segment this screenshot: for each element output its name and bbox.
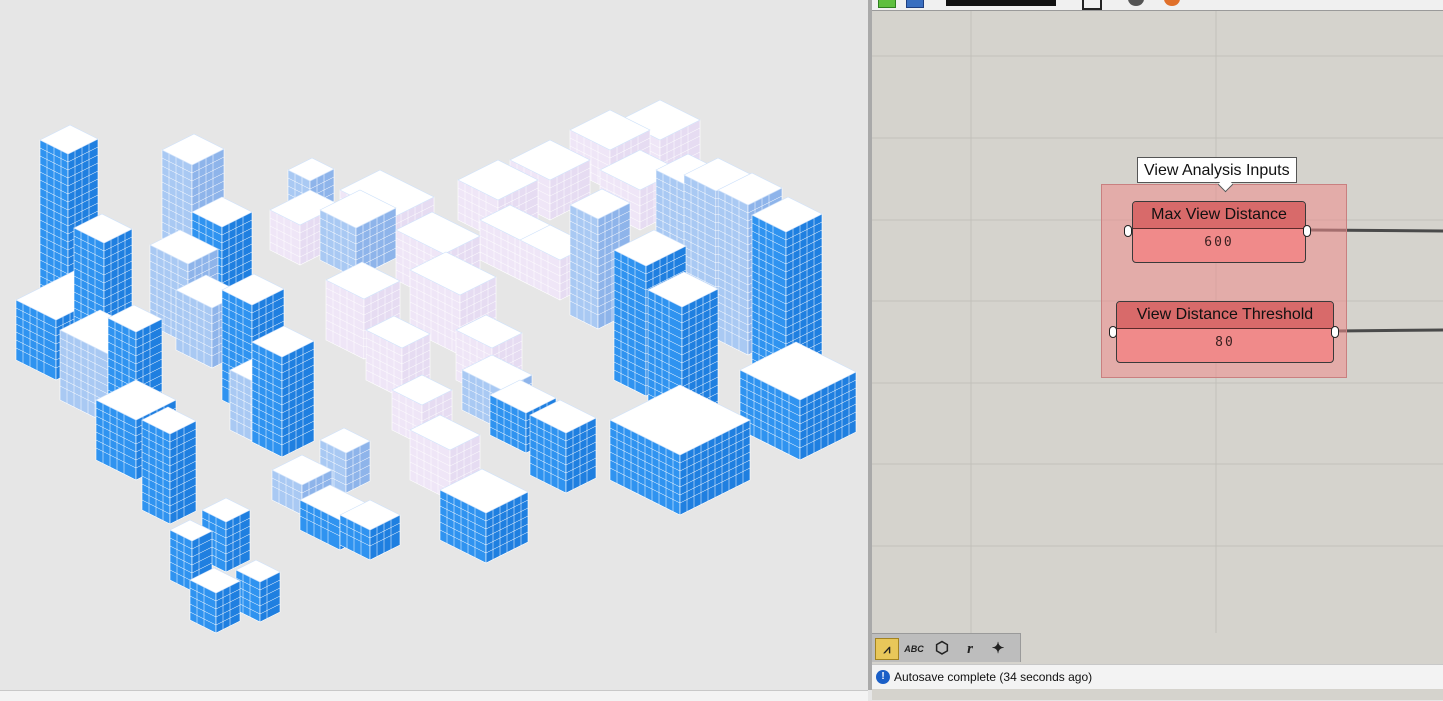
grasshopper-editor: View Analysis Inputs Max View Distance 6…: [872, 0, 1443, 700]
canvas-widget-bar: ⩘ ABC ⬡ r ✦: [872, 633, 1021, 662]
output-grip[interactable]: [1331, 326, 1339, 338]
grasshopper-canvas[interactable]: View Analysis Inputs Max View Distance 6…: [872, 11, 1443, 633]
bake-icon[interactable]: [1164, 0, 1180, 6]
status-bar: ! Autosave complete (34 seconds ago): [872, 664, 1443, 689]
building-massing-model: [15, 99, 857, 634]
preview-icon[interactable]: [906, 0, 924, 8]
building-block: [439, 468, 529, 564]
status-text: Autosave complete (34 seconds ago): [894, 670, 1093, 684]
sparkle-icon[interactable]: ✦: [986, 638, 1010, 660]
data-viewer-icon[interactable]: ⩘: [875, 638, 899, 660]
search-field[interactable]: [946, 0, 1056, 6]
building-block: [141, 406, 197, 525]
component-hex-icon[interactable]: ⬡: [930, 638, 954, 660]
info-icon: !: [876, 670, 890, 684]
rhino-viewport[interactable]: [0, 0, 868, 690]
slider-name: View Distance Threshold: [1117, 302, 1333, 329]
sketch-icon[interactable]: [1128, 0, 1144, 6]
slider-value[interactable]: 80: [1117, 329, 1333, 357]
text-abc-icon[interactable]: ABC: [902, 638, 926, 660]
building-block: [189, 567, 241, 634]
building-block: [251, 325, 315, 458]
output-grip[interactable]: [1303, 225, 1311, 237]
building-block: [609, 384, 751, 516]
slider-view-distance-threshold[interactable]: View Distance Threshold 80: [1116, 301, 1334, 363]
building-block: [235, 559, 281, 623]
script-r-icon[interactable]: r: [958, 638, 982, 660]
rhino-status-strip: [0, 690, 868, 701]
slider-value[interactable]: 600: [1133, 229, 1305, 257]
slider-max-view-distance[interactable]: Max View Distance 600: [1132, 201, 1306, 263]
slider-name: Max View Distance: [1133, 202, 1305, 229]
grasshopper-toolbar: [872, 0, 1443, 11]
input-grip[interactable]: [1124, 225, 1132, 237]
building-block: [529, 399, 597, 494]
green-square-icon[interactable]: [878, 0, 896, 8]
group-label[interactable]: View Analysis Inputs: [1137, 157, 1297, 183]
zoom-extents-icon[interactable]: [1082, 0, 1102, 10]
input-grip[interactable]: [1109, 326, 1117, 338]
